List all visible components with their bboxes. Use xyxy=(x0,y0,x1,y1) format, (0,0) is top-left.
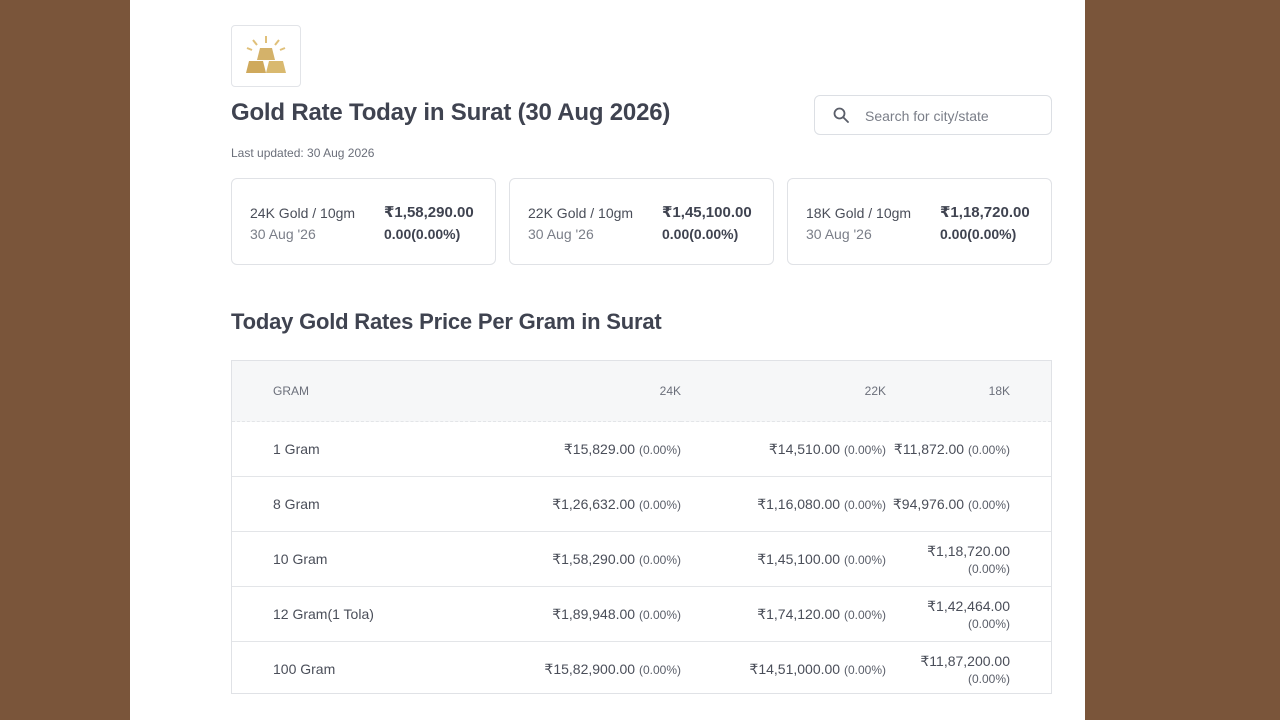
price-change: (0.00%) xyxy=(843,607,886,622)
price-value: ₹94,976.00 xyxy=(892,495,965,512)
rate-card-label: 22K Gold / 10gm xyxy=(528,205,634,221)
table-header-row: GRAM 24K 22K 18K xyxy=(232,361,1051,422)
price-24k-cell: ₹15,82,900.00 (0.00%) xyxy=(473,642,681,697)
rate-card-label: 18K Gold / 10gm xyxy=(806,205,912,221)
price-change: (0.00%) xyxy=(967,497,1010,512)
price-value: ₹14,51,000.00 xyxy=(749,660,841,677)
price-22k-cell: ₹1,45,100.00 (0.00%) xyxy=(681,531,886,587)
rate-card-price: ₹1,18,720.00 xyxy=(940,204,1030,221)
column-header-gram: GRAM xyxy=(232,361,473,422)
price-24k-cell: ₹15,829.00 (0.00%) xyxy=(473,421,681,477)
search-input[interactable] xyxy=(863,105,1042,127)
rate-card-change: 0.00(0.00%) xyxy=(940,226,1017,242)
price-change: (0.00%) xyxy=(967,616,1010,631)
table-row: 12 Gram(1 Tola) ₹1,89,948.00 (0.00%) ₹1,… xyxy=(232,586,1051,642)
gram-cell: 8 Gram xyxy=(232,476,473,532)
rate-card-date: 30 Aug '26 xyxy=(250,226,316,242)
price-value: ₹1,45,100.00 xyxy=(757,550,841,567)
price-value: ₹1,26,632.00 xyxy=(552,495,636,512)
rate-card-date: 30 Aug '26 xyxy=(528,226,594,242)
price-value: ₹1,42,464.00 xyxy=(927,597,1010,614)
rate-card-label: 24K Gold / 10gm xyxy=(250,205,356,221)
price-22k-cell: ₹14,51,000.00 (0.00%) xyxy=(681,642,886,697)
table-row: 1 Gram ₹15,829.00 (0.00%) ₹14,510.00 (0.… xyxy=(232,421,1051,477)
table-row: 8 Gram ₹1,26,632.00 (0.00%) ₹1,16,080.00… xyxy=(232,476,1051,532)
price-change: (0.00%) xyxy=(843,552,886,567)
price-value: ₹1,16,080.00 xyxy=(757,495,841,512)
column-header-18k: 18K xyxy=(886,361,1051,422)
gram-cell: 100 Gram xyxy=(273,661,336,677)
city-search-box[interactable] xyxy=(814,95,1052,135)
price-22k-cell: ₹1,74,120.00 (0.00%) xyxy=(681,586,886,642)
gold-rates-table: GRAM 24K 22K 18K 1 Gram ₹15,829.00 (0.00… xyxy=(231,360,1052,694)
rate-card-18k[interactable]: 18K Gold / 10gm 30 Aug '26 ₹1,18,720.00 … xyxy=(787,178,1052,265)
gram-cell: 10 Gram xyxy=(232,531,473,587)
price-22k-cell: ₹14,510.00 (0.00%) xyxy=(681,421,886,477)
price-change: (0.00%) xyxy=(967,561,1010,576)
table-row: 10 Gram ₹1,58,290.00 (0.00%) ₹1,45,100.0… xyxy=(232,531,1051,587)
gold-bars-logo xyxy=(231,25,301,87)
column-header-22k: 22K xyxy=(681,361,886,422)
price-24k-cell: ₹1,89,948.00 (0.00%) xyxy=(473,586,681,642)
price-change: (0.00%) xyxy=(638,552,681,567)
price-24k-cell: ₹1,58,290.00 (0.00%) xyxy=(473,531,681,587)
price-value: ₹1,58,290.00 xyxy=(552,550,636,567)
search-icon xyxy=(833,107,849,123)
price-change: (0.00%) xyxy=(843,497,886,512)
last-updated-text: Last updated: 30 Aug 2026 xyxy=(231,146,375,160)
rate-card-price: ₹1,45,100.00 xyxy=(662,204,752,221)
price-change: (0.00%) xyxy=(638,442,681,457)
price-change: (0.00%) xyxy=(638,607,681,622)
rate-card-change: 0.00(0.00%) xyxy=(384,226,461,242)
rate-card-change: 0.00(0.00%) xyxy=(662,226,739,242)
page-title: Gold Rate Today in Surat (30 Aug 2026) xyxy=(231,99,671,126)
gram-cell: 1 Gram xyxy=(232,421,473,477)
rates-table-title: Today Gold Rates Price Per Gram in Surat xyxy=(231,309,662,334)
column-header-24k: 24K xyxy=(473,361,681,422)
price-value: ₹1,89,948.00 xyxy=(552,605,636,622)
price-value: ₹14,510.00 xyxy=(768,440,841,457)
price-value: ₹11,87,200.00 xyxy=(920,652,1010,669)
price-change: (0.00%) xyxy=(843,442,886,457)
price-18k-cell: ₹94,976.00 (0.00%) xyxy=(886,476,1051,532)
gold-bars-icon xyxy=(246,36,286,73)
page: Gold Rate Today in Surat (30 Aug 2026) L… xyxy=(130,0,1085,720)
price-value: ₹11,872.00 xyxy=(893,440,965,457)
rate-card-date: 30 Aug '26 xyxy=(806,226,872,242)
gram-cell: 12 Gram(1 Tola) xyxy=(232,586,473,642)
price-change: (0.00%) xyxy=(967,671,1010,686)
price-change: (0.00%) xyxy=(638,497,681,512)
rate-card-24k[interactable]: 24K Gold / 10gm 30 Aug '26 ₹1,58,290.00 … xyxy=(231,178,496,265)
rate-card-price: ₹1,58,290.00 xyxy=(384,204,474,221)
price-18k-cell: ₹1,18,720.00 (0.00%) xyxy=(886,531,1051,587)
price-22k-cell: ₹1,16,080.00 (0.00%) xyxy=(681,476,886,532)
price-18k-cell: ₹11,872.00 (0.00%) xyxy=(886,421,1051,477)
price-value: ₹15,829.00 xyxy=(563,440,636,457)
price-value: ₹15,82,900.00 xyxy=(544,660,636,677)
table-row: 100 Gram ₹15,82,900.00 (0.00%) ₹14,51,00… xyxy=(232,642,1051,697)
price-value: ₹1,18,720.00 xyxy=(927,542,1010,559)
price-change: (0.00%) xyxy=(967,442,1010,457)
price-24k-cell: ₹1,26,632.00 (0.00%) xyxy=(473,476,681,532)
price-change: (0.00%) xyxy=(843,662,886,677)
price-change: (0.00%) xyxy=(638,662,681,677)
rate-card-22k[interactable]: 22K Gold / 10gm 30 Aug '26 ₹1,45,100.00 … xyxy=(509,178,774,265)
price-18k-cell: ₹1,42,464.00 (0.00%) xyxy=(886,586,1051,642)
price-18k-cell: ₹11,87,200.00 (0.00%) xyxy=(886,642,1051,697)
price-value: ₹1,74,120.00 xyxy=(757,605,841,622)
